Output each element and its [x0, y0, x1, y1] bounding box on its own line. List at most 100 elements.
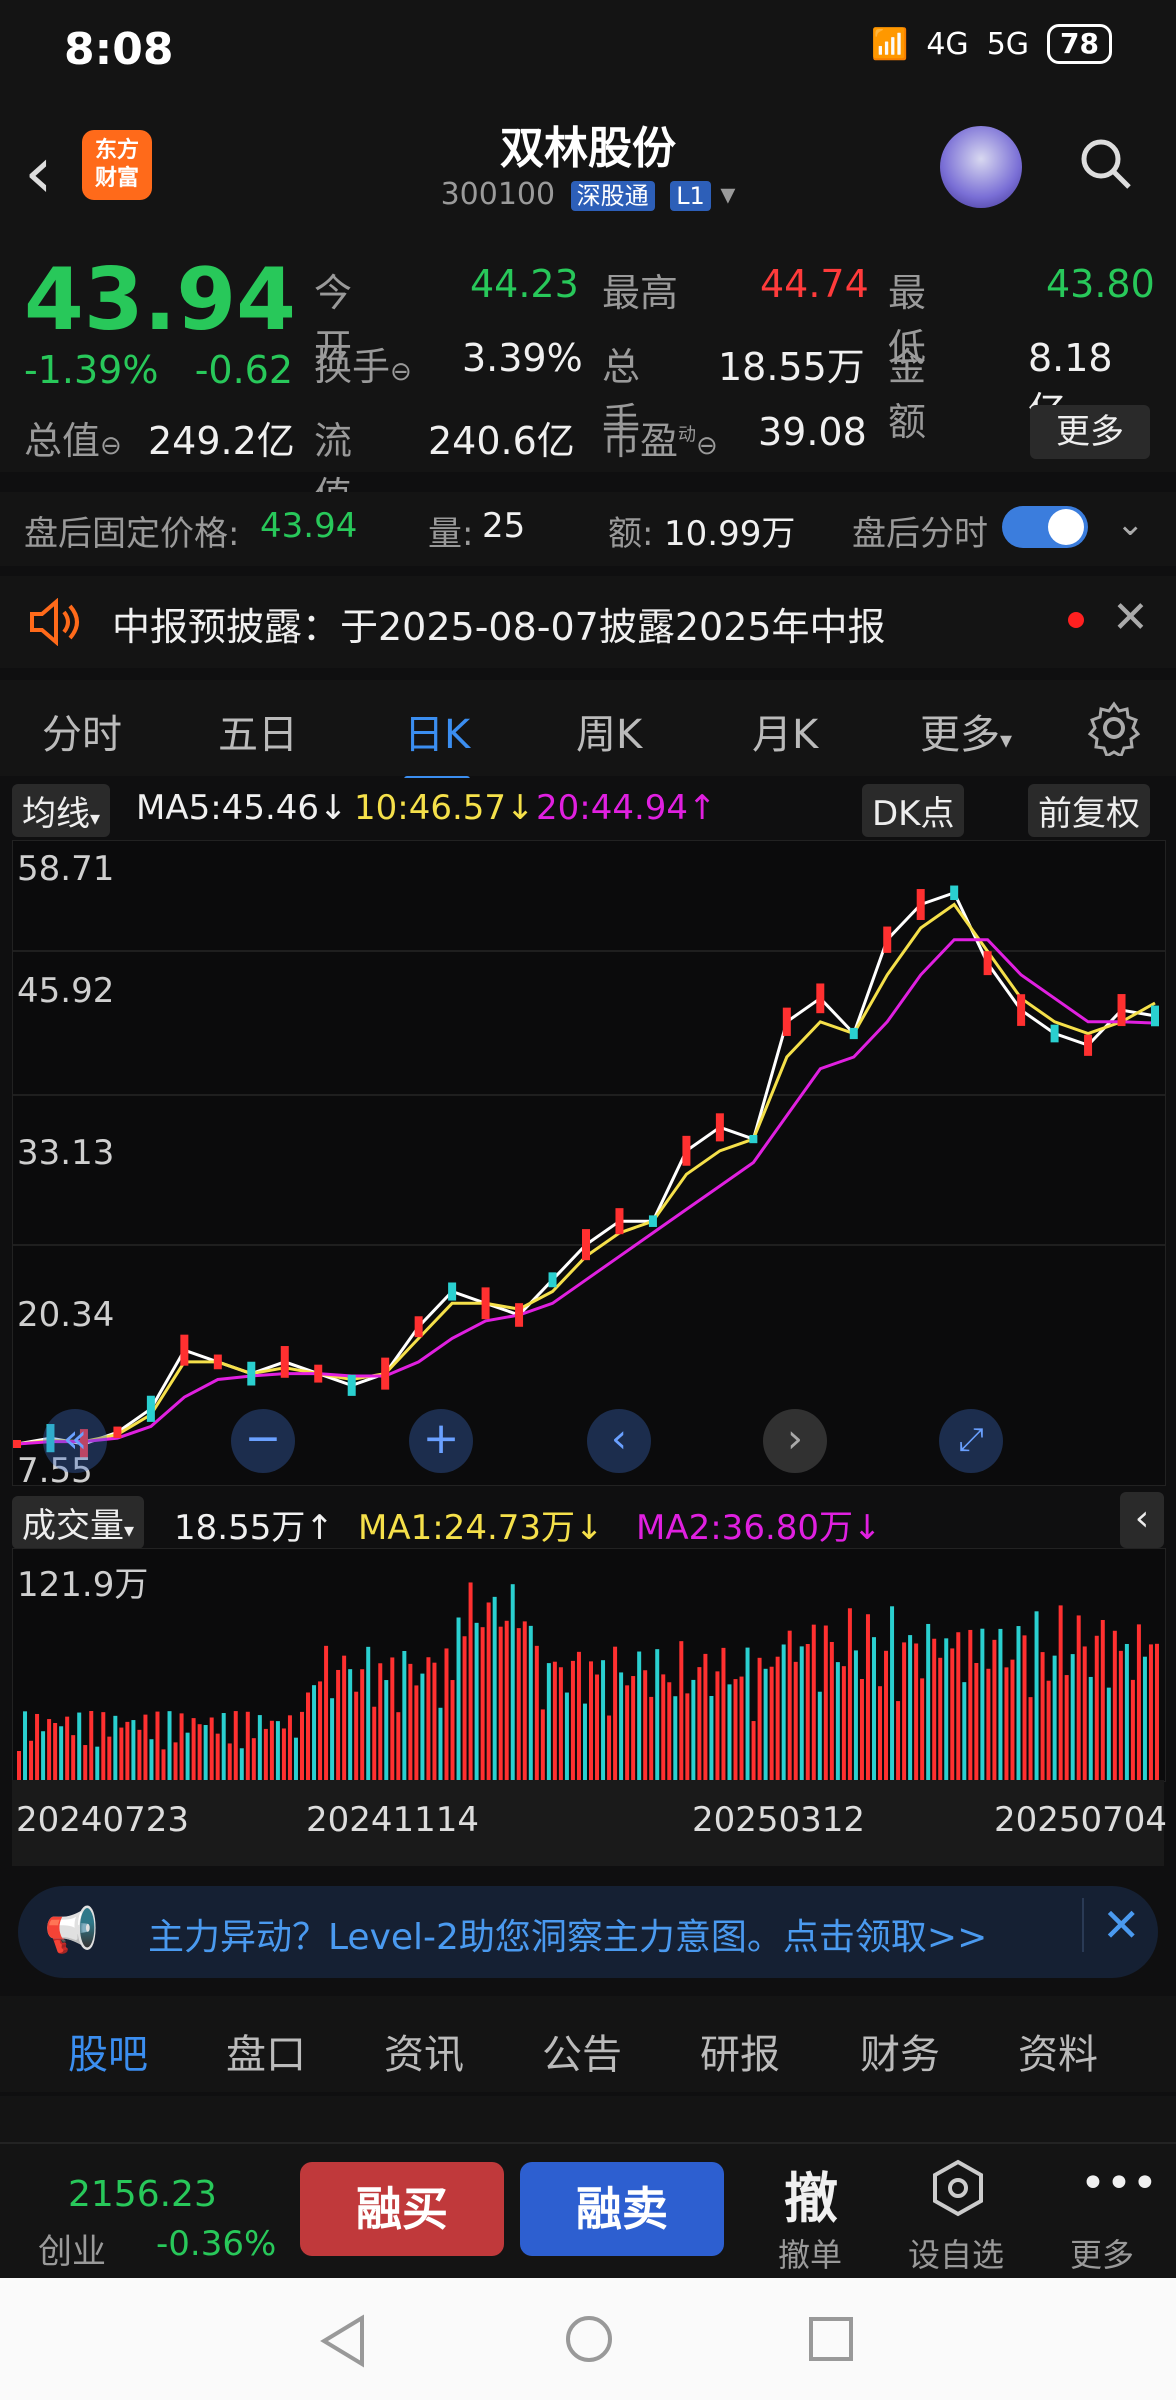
more-dots-icon[interactable]: ••• [1080, 2158, 1158, 2209]
expand-icon[interactable]: ⤢ [939, 1409, 1003, 1473]
volume-bar [366, 1646, 371, 1781]
volume-bar [914, 1643, 919, 1781]
candle [280, 1346, 289, 1378]
volume-bar [306, 1692, 311, 1781]
level2-promo-banner[interactable]: 📢 主力异动？Level-2助您洞察主力意图。点击领取>> ✕ [18, 1886, 1158, 1978]
current-price: 43.94 [24, 250, 297, 350]
tab-orderbook[interactable]: 盘口 [226, 2022, 306, 2080]
volume-bar [209, 1717, 214, 1781]
market-tag: 深股通 [570, 181, 655, 211]
chevron-left-icon[interactable]: ‹ [587, 1409, 651, 1473]
volume-bar [227, 1743, 232, 1781]
collapse-icon[interactable]: ‹ [1120, 1492, 1164, 1548]
volume-bar [324, 1645, 329, 1781]
tab-timeshare[interactable]: 分时 [42, 702, 122, 760]
volume-bar [167, 1711, 172, 1781]
volume-bar [438, 1707, 443, 1781]
volume-bar [643, 1670, 648, 1781]
cancel-icon[interactable]: 撤 [784, 2154, 838, 2233]
volume-bar [143, 1714, 148, 1781]
chevron-right-icon[interactable]: › [763, 1409, 827, 1473]
status-time: 8:08 [64, 24, 174, 75]
ma5-label: MA5:45.46↓ [136, 788, 348, 828]
ma-select[interactable]: 均线▾ [12, 784, 111, 837]
tab-news[interactable]: 资讯 [384, 2022, 464, 2080]
adjust-button[interactable]: 前复权 [1028, 784, 1150, 837]
volume-bar [113, 1715, 118, 1781]
wifi-icon: 📶 [870, 26, 909, 62]
tab-daily-k[interactable]: 日K [404, 702, 471, 782]
close-icon[interactable]: ✕ [1112, 592, 1149, 643]
chevron-down-icon[interactable]: ▾ [720, 177, 735, 212]
volume-bar [1124, 1643, 1129, 1781]
system-icons: 📶 4G 5G 78 [871, 24, 1112, 64]
tab-weekly-k[interactable]: 周K [576, 702, 642, 760]
volume-bar [149, 1739, 154, 1781]
candle [113, 1426, 122, 1438]
more-label[interactable]: 更多 [1070, 2230, 1134, 2276]
volume-bar [269, 1720, 274, 1781]
candle [13, 1439, 21, 1448]
volume-bar [221, 1713, 226, 1781]
tab-finance[interactable]: 财务 [860, 2022, 940, 2080]
kline-chart[interactable]: 58.71 45.92 33.13 20.34 7.55 « − + ‹ › ⤢ [12, 840, 1166, 1491]
candle [213, 1354, 222, 1370]
more-button[interactable]: 更多 [1030, 405, 1150, 459]
volume-bar [1136, 1624, 1141, 1781]
volume-bar [312, 1685, 317, 1781]
notice-bar[interactable]: 中报预披露：于2025-08-07披露2025年中报 ✕ [0, 576, 1176, 668]
tab-profile[interactable]: 资料 [1018, 2022, 1098, 2080]
tab-five-day[interactable]: 五日 [218, 702, 298, 760]
after-hours-toggle[interactable] [1002, 506, 1088, 548]
volume-bar [203, 1725, 208, 1781]
nav-recents-icon[interactable] [808, 2316, 854, 2362]
rewind-icon[interactable]: « [43, 1409, 107, 1473]
x-tick: 20241114 [306, 1800, 480, 1840]
tab-forum[interactable]: 股吧 [68, 2022, 148, 2104]
after-hours-price: 43.94 [260, 506, 358, 546]
set-watchlist-label[interactable]: 设自选 [908, 2230, 1004, 2276]
volume-bar [125, 1721, 130, 1781]
volume-bar [215, 1733, 220, 1781]
change-percent: -1.39% [24, 348, 159, 392]
volume-bar [853, 1650, 858, 1781]
nav-home-icon[interactable] [564, 2314, 614, 2364]
kline-svg [13, 885, 1165, 1459]
candle [180, 1334, 189, 1366]
tab-monthly-k[interactable]: 月K [752, 702, 818, 760]
robot-assistant-icon[interactable] [940, 126, 1022, 208]
tab-announcements[interactable]: 公告 [542, 2022, 622, 2080]
volume-bar [757, 1657, 762, 1781]
margin-buy-button[interactable]: 融买 [300, 2162, 504, 2256]
tab-more[interactable]: 更多▾ [920, 702, 1012, 760]
volume-bar [589, 1661, 593, 1781]
close-icon[interactable]: ✕ [1082, 1898, 1141, 1952]
search-icon[interactable] [1078, 136, 1132, 190]
dk-point-button[interactable]: DK点 [862, 784, 965, 837]
volume-chart[interactable]: 121.9万 [12, 1548, 1166, 1782]
volume-bar [637, 1651, 642, 1781]
volume-bar [1022, 1635, 1027, 1781]
volume-bar [101, 1712, 106, 1781]
volume-bar [775, 1656, 780, 1781]
hexagon-settings-icon[interactable] [928, 2158, 988, 2218]
volume-bar [1130, 1679, 1135, 1781]
cancel-order-label[interactable]: 撤单 [778, 2230, 842, 2276]
volume-bar [414, 1685, 419, 1781]
tab-research[interactable]: 研报 [700, 2022, 780, 2080]
volume-bar [522, 1621, 527, 1781]
volume-bar [420, 1673, 425, 1781]
zoom-out-icon[interactable]: − [231, 1409, 295, 1473]
volume-bar [480, 1627, 485, 1781]
gear-icon[interactable] [1086, 700, 1142, 756]
chevron-down-icon[interactable]: ⌄ [1116, 504, 1145, 544]
candle [247, 1361, 256, 1386]
zoom-in-icon[interactable]: + [409, 1409, 473, 1473]
volume-bar [107, 1736, 112, 1781]
candle [883, 926, 892, 953]
indicator-select[interactable]: 成交量▾ [12, 1496, 145, 1549]
margin-sell-button[interactable]: 融卖 [520, 2162, 724, 2256]
nav-back-icon[interactable] [318, 2314, 368, 2368]
speaker-icon [30, 598, 79, 646]
volume-bar [1100, 1619, 1105, 1781]
